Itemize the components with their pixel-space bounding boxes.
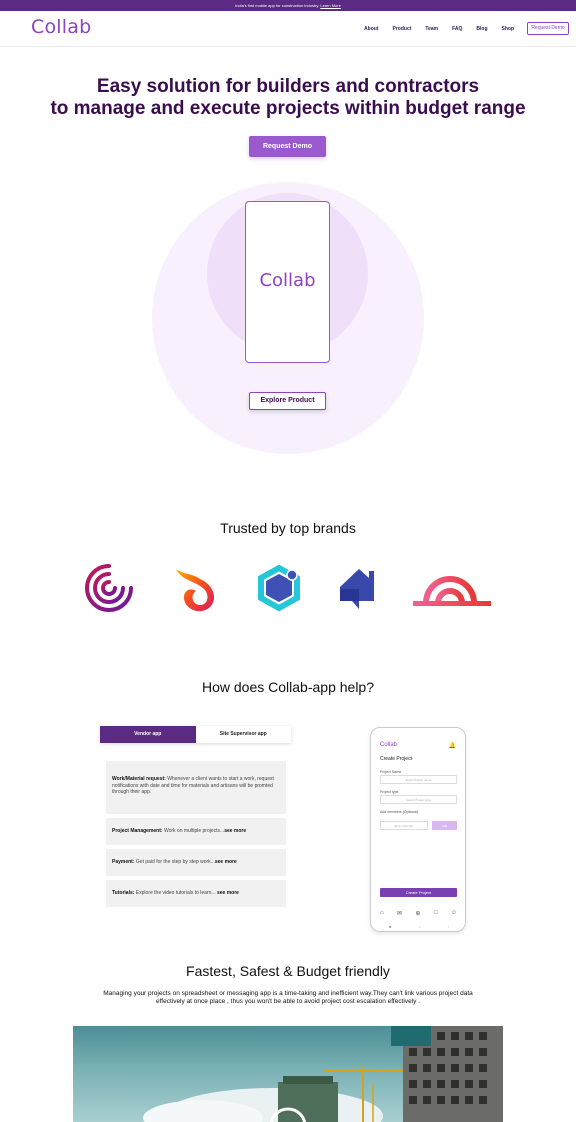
how-title: How does Collab-app help? (202, 679, 374, 695)
create-project-button[interactable]: Create Project (380, 888, 457, 897)
system-back-icon: ‹ (447, 924, 449, 929)
system-home-icon: ○ (418, 924, 421, 929)
feature-card-project-management[interactable]: Project Management: Work on multiple pro… (106, 818, 286, 845)
nav-about[interactable]: About (364, 26, 378, 32)
nav-product[interactable]: Product (393, 26, 412, 32)
card-title: Project Management: (112, 828, 163, 834)
home-icon[interactable]: ⌂ (380, 910, 384, 917)
bell-icon: 🔔 (448, 743, 456, 749)
feature-card-tutorials[interactable]: Tutorials: Explore the video tutorials t… (106, 880, 286, 907)
nav-faq[interactable]: FAQ (452, 26, 462, 32)
tab-site-supervisor-app[interactable]: Site Supervisor app (195, 726, 291, 743)
phone-logo: Collab (259, 270, 316, 291)
tab-vendor-app[interactable]: Vendor app (100, 726, 196, 743)
hero-title-line2: to manage and execute projects within bu… (50, 98, 526, 119)
clipboard-icon[interactable]: □ (434, 910, 438, 917)
add-icon[interactable]: ⊕ (415, 910, 420, 917)
brand-logo-house-icon (340, 569, 374, 609)
nav-blog[interactable]: Blog (476, 26, 487, 32)
system-nav: ■ ○ ‹ (389, 924, 449, 929)
project-name-label: Project Name (380, 770, 402, 774)
brand-logo-flame-icon (176, 569, 215, 612)
card-text: Explore the video tutorials to learn... (134, 890, 217, 896)
logo[interactable]: Collab (31, 16, 91, 38)
play-video-icon[interactable] (268, 1106, 308, 1122)
mockup-logo: Collab (380, 742, 398, 748)
card-text: Get paid for the step by step work... (134, 859, 215, 865)
hero-title: Easy solution for builders and contracto… (0, 76, 576, 120)
project-type-select[interactable]: Select Project type (380, 795, 457, 804)
project-type-label: Project type (380, 790, 399, 794)
request-demo-button[interactable]: Request Demo (249, 136, 326, 157)
card-title: Tutorials: (112, 890, 135, 896)
feature-card-payment[interactable]: Payment: Get paid for the step by step w… (106, 849, 286, 876)
add-member-button[interactable]: Add (432, 821, 457, 830)
brand-logo-hexagon-icon (258, 565, 300, 611)
members-label: Add members (Optional) (380, 810, 419, 814)
mockup-heading: Create Project (380, 756, 412, 762)
card-title: Payment: (112, 859, 135, 865)
construction-photo (73, 1026, 503, 1122)
explore-product-button[interactable]: Explore Product (249, 392, 326, 410)
see-more-link[interactable]: see more (224, 828, 246, 834)
app-tabs: Vendor app Site Supervisor app (100, 726, 291, 743)
system-menu-icon: ■ (389, 924, 392, 929)
card-text: Work on multiple projects... (162, 828, 225, 834)
app-mockup: Collab 🔔 Create Project Project Name Ent… (370, 727, 466, 932)
request-demo-nav-button[interactable]: Request Demo (527, 22, 569, 35)
mockup-tabbar: ⌂ ✉ ⊕ □ ☺ (380, 910, 457, 917)
phone-frame: Collab (245, 201, 330, 363)
nav-links: About Product Team FAQ Blog Shop (350, 26, 514, 32)
learn-more-link[interactable]: Learn More (320, 3, 340, 8)
hero-title-line1: Easy solution for builders and contracto… (96, 76, 480, 97)
feature-card-work-request[interactable]: Work/Material request: Whenever a client… (106, 761, 286, 814)
brands-title: Trusted by top brands (220, 520, 356, 536)
card-title: Work/Material request: (112, 776, 166, 782)
nav-team[interactable]: Team (425, 26, 438, 32)
announcement-bar: India's first mobile app for constructio… (0, 0, 576, 11)
nav-shop[interactable]: Shop (502, 26, 515, 32)
see-more-link[interactable]: see more (215, 859, 237, 865)
project-name-input[interactable]: Enter Project name (380, 775, 457, 784)
brand-logo-spiral-icon (85, 564, 133, 612)
profile-icon[interactable]: ☺ (451, 910, 457, 917)
mail-icon[interactable]: ✉ (397, 910, 402, 917)
members-input[interactable]: Enter Number (380, 821, 428, 830)
header: Collab About Product Team FAQ Blog Shop … (0, 11, 576, 47)
see-more-link[interactable]: see more (217, 890, 239, 896)
announcement-text: India's first mobile app for constructio… (235, 3, 320, 8)
fastest-text: Managing your projects on spreadsheet or… (103, 990, 473, 1005)
brand-logo-arc-icon (413, 576, 491, 606)
fastest-title: Fastest, Safest & Budget friendly (186, 963, 390, 979)
